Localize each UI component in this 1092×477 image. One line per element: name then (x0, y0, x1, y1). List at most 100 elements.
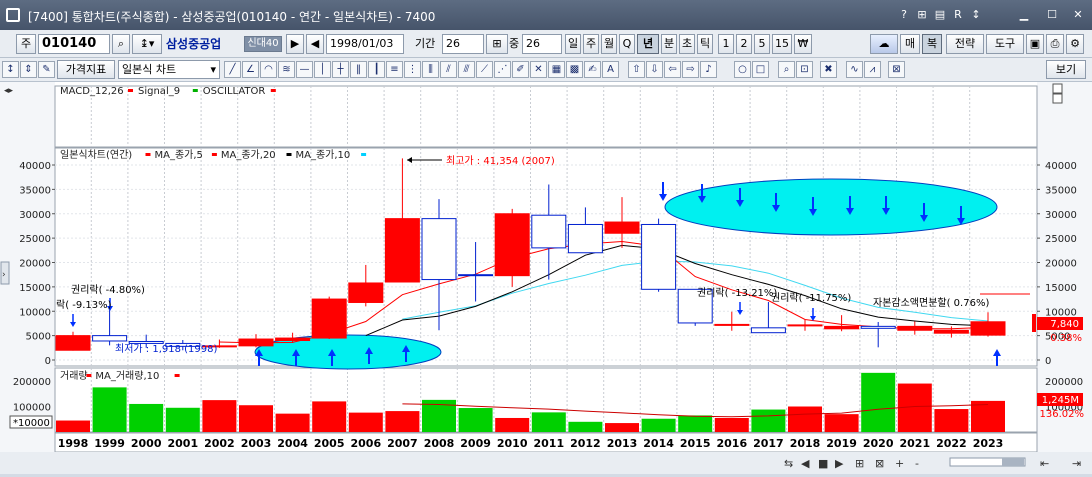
price-y-tick-right: 20000 (1045, 259, 1077, 270)
currency-button[interactable]: ₩ (794, 34, 812, 54)
x-axis-year-label: 1999 (94, 437, 125, 450)
count-input[interactable]: 26 (522, 34, 562, 54)
stock-code-input[interactable]: 010140 (38, 34, 110, 54)
pen-tool-icon[interactable]: ✐ (512, 61, 529, 78)
period-tab-month[interactable]: 월 (601, 34, 617, 54)
zoom-in-icon: + (895, 457, 904, 470)
period-input[interactable]: 26 (442, 34, 484, 54)
date-input[interactable]: 1998/01/03 (326, 34, 404, 54)
volume-percent-label: 136.02% (1040, 409, 1085, 420)
stock-chart[interactable]: ◂▸ › MACD_12,26 Signal_9 OSCILLATOR 일본식차트(연간)… (0, 82, 1092, 474)
hline-tool-icon[interactable]: — (296, 61, 313, 78)
candle-body (714, 323, 750, 326)
period-tab-tick[interactable]: 틱 (697, 34, 713, 54)
scroll-left-icon: ◀ (801, 457, 810, 470)
x-axis-year-label: 2011 (533, 437, 564, 450)
speed-tool-icon[interactable]: ⟋ (476, 61, 493, 78)
vline-tool-icon[interactable]: │ (314, 61, 331, 78)
memo-tool-icon[interactable]: ♪ (700, 61, 717, 78)
strategy-button[interactable]: 전략 (946, 34, 984, 54)
bars-tool-icon[interactable]: ┃ (368, 61, 385, 78)
period-tab-quarter[interactable]: Q (619, 34, 635, 54)
expand-icon[interactable]: ↕ (2, 61, 19, 78)
circle-tool-icon[interactable]: ○ (734, 61, 751, 78)
text-tool-icon[interactable]: A (602, 61, 619, 78)
candle-body (384, 218, 420, 283)
settings-icon[interactable]: ⚙ (1066, 34, 1084, 54)
angle-tool-icon[interactable]: ∠ (242, 61, 259, 78)
price-y-tick-right: 25000 (1045, 234, 1077, 245)
arrow-up-tool-icon[interactable]: ⇧ (628, 61, 645, 78)
clear-tool-icon[interactable]: ⊠ (888, 61, 905, 78)
stock-name: 삼성중공업 (166, 37, 222, 51)
channel-tool-icon[interactable]: ⫽ (440, 61, 457, 78)
period-tab-minute[interactable]: 분 (661, 34, 677, 54)
zoom-tool-icon[interactable]: ⌕ (778, 61, 795, 78)
period-tab-year[interactable]: 년 (637, 34, 659, 54)
save-screen-icon[interactable]: R (950, 7, 966, 23)
print-icon[interactable]: ⎙ (1046, 34, 1064, 54)
color-tool-icon[interactable]: ▦ (548, 61, 565, 78)
arrow-right-tool-icon[interactable]: ⇨ (682, 61, 699, 78)
maximize-icon[interactable]: ☐ (1044, 7, 1060, 23)
cloud-icon[interactable]: ☁ (870, 34, 898, 54)
fan-tool-icon[interactable]: ≋ (278, 61, 295, 78)
link-icon[interactable]: ⊞ (914, 7, 930, 23)
arc-tool-icon[interactable]: ◠ (260, 61, 277, 78)
arrow-left-tool-icon[interactable]: ⇦ (664, 61, 681, 78)
minimize-icon[interactable]: ▁ (1016, 7, 1032, 23)
save-icon[interactable]: ▣ (1026, 34, 1044, 54)
view-button[interactable]: 보기 (1046, 60, 1086, 79)
note-tool-icon[interactable]: ✍ (584, 61, 601, 78)
chart-type-dropdown[interactable]: 일본식 차트 ▾ (118, 60, 220, 79)
line-tool-icon[interactable]: ╱ (224, 61, 241, 78)
x-axis-year-label: 2016 (716, 437, 747, 450)
cycle-tool-icon[interactable]: ⫼ (422, 61, 439, 78)
x-axis-year-label: 2019 (826, 437, 857, 450)
fibo-tool-icon[interactable]: ‖ (350, 61, 367, 78)
sort-icon[interactable]: ↨▾ (132, 34, 162, 54)
tile-icon[interactable]: ▤ (932, 7, 948, 23)
indicator-dropdown[interactable]: 가격지표 (57, 60, 115, 79)
cross-tool-icon[interactable]: ┼ (332, 61, 349, 78)
price-y-tick-right: 30000 (1045, 210, 1077, 221)
interval-15[interactable]: 15 (772, 34, 792, 54)
eraser-tool-icon[interactable]: ✕ (530, 61, 547, 78)
app-icon (6, 8, 20, 22)
play-prev-icon[interactable]: ◀ (306, 34, 324, 54)
interval-5[interactable]: 5 (754, 34, 770, 54)
pin-icon[interactable]: ↕ (968, 7, 984, 23)
buy-button[interactable]: 매 (900, 34, 920, 54)
grid-settings-icon[interactable]: ⊞ (486, 34, 508, 54)
period-tab-week[interactable]: 주 (583, 34, 599, 54)
play-next-icon[interactable]: ▶ (286, 34, 304, 54)
arrow-down-tool-icon[interactable]: ⇩ (646, 61, 663, 78)
help-icon[interactable]: ? (896, 7, 912, 23)
period-tool-icon[interactable]: ⋮ (404, 61, 421, 78)
pan-icon[interactable]: ⇕ (20, 61, 37, 78)
chart-area[interactable]: ◂▸ › MACD_12,26 Signal_9 OSCILLATOR 일본식차트(연간)… (0, 82, 1092, 474)
delete-all-icon[interactable]: ✖ (820, 61, 837, 78)
volume-bar (239, 405, 273, 432)
volume-bar (348, 412, 383, 432)
wave-tool-icon[interactable]: ∿ (846, 61, 863, 78)
market-select[interactable]: 주 (16, 34, 36, 54)
period-tab-day[interactable]: 일 (565, 34, 581, 54)
close-icon[interactable]: ✕ (1070, 7, 1086, 23)
rect-tool-icon[interactable]: □ (752, 61, 769, 78)
search-icon[interactable]: ⌕ (112, 34, 130, 54)
parallel-tool-icon[interactable]: ⫻ (458, 61, 475, 78)
pitch-tool-icon[interactable]: ⋰ (494, 61, 511, 78)
gann-tool-icon[interactable]: ≡ (386, 61, 403, 78)
price-y-tick-right: 35000 (1045, 185, 1077, 196)
multi-button[interactable]: 복 (922, 34, 942, 54)
palette-tool-icon[interactable]: ▩ (566, 61, 583, 78)
interval-1[interactable]: 1 (718, 34, 734, 54)
interval-2[interactable]: 2 (736, 34, 752, 54)
zoom-area-icon[interactable]: ⊡ (796, 61, 813, 78)
tools-button[interactable]: 도구 (986, 34, 1024, 54)
edit-icon[interactable]: ✎ (38, 61, 55, 78)
stop-icon: ■ (818, 457, 828, 470)
period-tab-second[interactable]: 초 (679, 34, 695, 54)
zigzag-tool-icon[interactable]: ⩘ (864, 61, 881, 78)
